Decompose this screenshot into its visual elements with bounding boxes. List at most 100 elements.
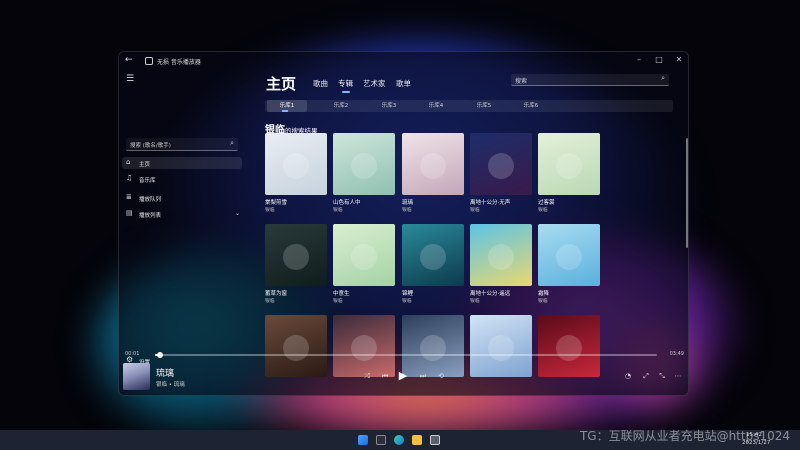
album-tile[interactable]: 棠梨煎雪 银临 bbox=[265, 133, 327, 213]
scrollbar[interactable] bbox=[686, 138, 688, 248]
sidebar-search-input[interactable]: 搜索 (歌名/歌手) ⌕ bbox=[126, 138, 238, 151]
current-time: 00:01 bbox=[125, 351, 140, 357]
album-artist[interactable]: 银临 bbox=[333, 206, 343, 213]
repeat-off-icon[interactable]: ⟲ bbox=[435, 372, 447, 380]
cover-art-detail bbox=[420, 153, 446, 179]
sidebar-item-label: 播放列表 bbox=[139, 213, 162, 219]
cover-art-detail bbox=[556, 244, 582, 270]
now-playing-title: 琉璃 bbox=[156, 369, 175, 379]
title-bar: ← 无损 音乐播放器 – □ ✕ bbox=[119, 52, 688, 72]
album-cover[interactable] bbox=[538, 315, 600, 377]
album-cover[interactable] bbox=[265, 224, 327, 286]
tab-library-3[interactable]: 乐库3 bbox=[369, 100, 409, 112]
start-icon[interactable] bbox=[358, 435, 368, 445]
cover-art-detail bbox=[283, 244, 309, 270]
album-cover[interactable] bbox=[402, 133, 464, 195]
chevron-down-icon[interactable]: ⌄ bbox=[235, 210, 240, 217]
album-artist[interactable]: 银临 bbox=[333, 297, 343, 304]
album-artist[interactable]: 银临 bbox=[470, 297, 480, 304]
tab-artists[interactable]: 艺术家 bbox=[363, 78, 386, 89]
next-icon[interactable]: ⏭ bbox=[417, 372, 429, 381]
album-artist[interactable]: 银临 bbox=[470, 206, 480, 213]
album-tile[interactable] bbox=[265, 315, 327, 377]
sidebar-item-label: 音乐库 bbox=[139, 178, 156, 184]
close-button[interactable]: ✕ bbox=[672, 55, 686, 64]
music-player-taskbar-icon[interactable] bbox=[430, 435, 440, 445]
album-tile[interactable]: 琉璃 银临 bbox=[402, 133, 464, 213]
album-tile[interactable]: 离地十公分·无声 银临 bbox=[470, 133, 532, 213]
album-tile[interactable] bbox=[538, 315, 600, 377]
hamburger-icon[interactable]: ☰ bbox=[126, 74, 134, 84]
cover-art-detail bbox=[351, 153, 377, 179]
album-name: 蓄草为窗 bbox=[265, 291, 288, 297]
album-cover[interactable] bbox=[333, 133, 395, 195]
sidebar-item-home[interactable]: ⌂ 主页 bbox=[122, 157, 242, 169]
album-tile[interactable]: 离地十公分·遥远 银临 bbox=[470, 224, 532, 304]
album-cover[interactable] bbox=[402, 224, 464, 286]
album-cover[interactable] bbox=[333, 224, 395, 286]
back-arrow-icon[interactable]: ← bbox=[125, 55, 133, 65]
main-search-input[interactable]: 搜索 ⌕ bbox=[511, 74, 669, 86]
volume-icon[interactable]: ◔ bbox=[622, 372, 634, 380]
tab-library-2[interactable]: 乐库2 bbox=[321, 100, 361, 112]
album-tile[interactable] bbox=[470, 315, 532, 377]
previous-icon[interactable]: ⏮ bbox=[379, 372, 391, 381]
album-artist[interactable]: 银临 bbox=[402, 206, 412, 213]
album-tile[interactable]: 过客裳 银临 bbox=[538, 133, 600, 213]
album-tile[interactable]: 锦鲤 银临 bbox=[402, 224, 464, 304]
album-tile[interactable] bbox=[333, 315, 395, 377]
total-time: 03:49 bbox=[669, 351, 684, 357]
sidebar-item-queue[interactable]: ≣ 播放队列 bbox=[122, 192, 242, 204]
library-tabs: 乐库1 乐库2 乐库3 乐库4 乐库5 乐库6 bbox=[265, 100, 673, 112]
search-placeholder: 搜索 (歌名/歌手) bbox=[130, 143, 171, 149]
tab-library-6[interactable]: 乐库6 bbox=[511, 100, 551, 112]
app-logo-icon bbox=[145, 57, 153, 65]
cover-art-detail bbox=[488, 244, 514, 270]
edge-browser-icon[interactable] bbox=[394, 435, 404, 445]
album-cover[interactable] bbox=[470, 224, 532, 286]
search-icon[interactable] bbox=[376, 435, 386, 445]
sidebar-item-playlists[interactable]: ▤ 播放列表 ⌄ bbox=[122, 208, 242, 220]
album-cover[interactable] bbox=[333, 315, 395, 377]
tab-library-5[interactable]: 乐库5 bbox=[464, 100, 504, 112]
album-tile[interactable]: 山色有人中 银临 bbox=[333, 133, 395, 213]
album-tile[interactable]: 蓄草为窗 银临 bbox=[265, 224, 327, 304]
play-icon[interactable]: ▶ bbox=[397, 369, 409, 382]
tab-library-4[interactable]: 乐库4 bbox=[416, 100, 456, 112]
tab-albums[interactable]: 专辑 bbox=[338, 78, 353, 89]
more-icon[interactable]: ⋯ bbox=[672, 372, 684, 380]
sidebar-item-library[interactable]: ♫ 音乐库 bbox=[122, 173, 242, 185]
album-cover[interactable] bbox=[470, 315, 532, 377]
progress-thumb[interactable] bbox=[157, 352, 164, 358]
album-artist[interactable]: 银临 bbox=[538, 297, 548, 304]
album-artist[interactable]: 银临 bbox=[538, 206, 548, 213]
lyrics-icon[interactable]: ⤡ bbox=[656, 372, 668, 381]
search-placeholder: 搜索 bbox=[515, 78, 528, 85]
fullscreen-icon[interactable]: ⤢ bbox=[640, 372, 652, 381]
album-artist[interactable]: 银临 bbox=[265, 297, 275, 304]
album-cover[interactable] bbox=[538, 133, 600, 195]
album-tile[interactable]: 霜降 银临 bbox=[538, 224, 600, 304]
album-cover[interactable] bbox=[402, 315, 464, 377]
sidebar-item-label: 播放队列 bbox=[139, 197, 162, 203]
search-icon[interactable]: ⌕ bbox=[230, 139, 234, 148]
page-title: 主页 bbox=[266, 75, 297, 93]
album-artist[interactable]: 银临 bbox=[265, 206, 275, 213]
maximize-button[interactable]: □ bbox=[652, 55, 666, 64]
search-icon[interactable]: ⌕ bbox=[661, 74, 665, 83]
album-cover[interactable] bbox=[265, 315, 327, 377]
file-explorer-icon[interactable] bbox=[412, 435, 422, 445]
shuffle-icon[interactable]: ⤮ bbox=[361, 372, 373, 381]
tab-songs[interactable]: 歌曲 bbox=[313, 78, 328, 89]
minimize-button[interactable]: – bbox=[632, 55, 646, 64]
sidebar-item-label: 主页 bbox=[139, 162, 151, 168]
progress-slider[interactable] bbox=[155, 352, 657, 358]
album-tile[interactable] bbox=[402, 315, 464, 377]
now-playing-cover[interactable] bbox=[123, 363, 150, 390]
tab-playlists[interactable]: 歌单 bbox=[396, 78, 411, 89]
album-cover[interactable] bbox=[538, 224, 600, 286]
album-artist[interactable]: 银临 bbox=[402, 297, 412, 304]
album-cover[interactable] bbox=[265, 133, 327, 195]
album-cover[interactable] bbox=[470, 133, 532, 195]
album-tile[interactable]: 中意生 银临 bbox=[333, 224, 395, 304]
